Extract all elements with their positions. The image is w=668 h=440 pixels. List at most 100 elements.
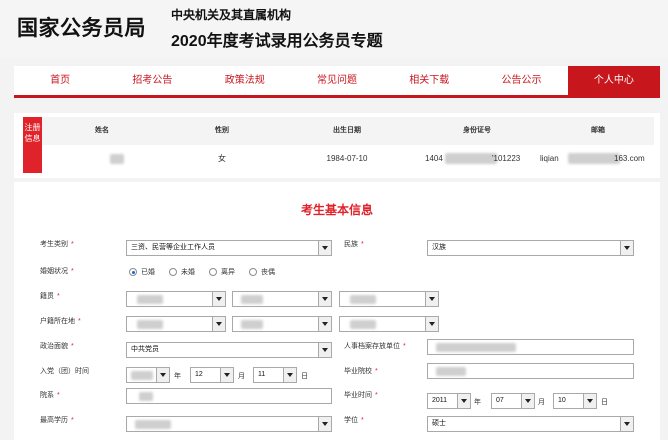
label-marital: 婚姻状况 * <box>40 268 74 275</box>
label-ethnicity: 民族 * <box>344 241 364 248</box>
radio-icon[interactable] <box>249 268 257 276</box>
chevron-down-icon[interactable] <box>583 394 596 408</box>
household-province-select[interactable] <box>126 316 226 332</box>
unit-day: 日 <box>601 399 608 406</box>
chevron-down-icon[interactable] <box>318 292 331 306</box>
join-day-select[interactable]: 11 <box>253 367 297 383</box>
form-title: 考生基本信息 <box>300 203 373 217</box>
site-brand[interactable]: 国家公务员局 <box>17 12 146 42</box>
department-input[interactable] <box>126 388 332 404</box>
join-month-select[interactable]: 12 <box>190 367 234 383</box>
native-province-select[interactable] <box>126 291 226 307</box>
candidate-info-form: 考生基本信息 考生类别 * 三资、民营等企业工作人员 民族 * 汉族 婚姻状况 * 已… <box>14 182 660 440</box>
chevron-down-icon[interactable] <box>220 368 233 382</box>
main-nav: 首页 招考公告 政策法规 常见问题 相关下载 公告公示 个人中心 <box>14 66 660 98</box>
join-month-value: 12 <box>195 371 203 378</box>
cell-birth-date: 1984-07-10 <box>326 154 368 163</box>
site-header: 国家公务员局 中央机关及其直属机构 2020年度考试录用公务员专题 <box>0 0 668 58</box>
id-redacted <box>445 153 497 164</box>
label-join-date: 入党（团）时间 <box>40 368 89 375</box>
label-native-place: 籍贯 * <box>40 293 60 300</box>
school-input[interactable] <box>427 363 634 379</box>
household-city-select[interactable] <box>232 316 332 332</box>
nav-downloads[interactable]: 相关下载 <box>383 66 475 95</box>
ethnicity-value: 汉族 <box>432 244 446 251</box>
registration-tab: 注册信息 <box>23 117 42 173</box>
nav-notices[interactable]: 公告公示 <box>475 66 567 95</box>
header-title: 2020年度考试录用公务员专题 <box>171 33 383 50</box>
grad-day-value: 10 <box>558 397 566 404</box>
label-grad-time: 毕业时间 * <box>344 392 378 399</box>
chevron-down-icon[interactable] <box>620 417 633 431</box>
chevron-down-icon[interactable] <box>620 241 633 255</box>
native-county-select[interactable] <box>339 291 439 307</box>
chevron-down-icon[interactable] <box>212 317 225 331</box>
unit-month: 月 <box>538 399 545 406</box>
cell-gender: 女 <box>218 154 226 163</box>
radio-icon[interactable] <box>169 268 177 276</box>
join-year-select[interactable] <box>126 367 170 383</box>
chevron-down-icon[interactable] <box>521 394 534 408</box>
header-subtitle: 中央机关及其直属机构 <box>171 8 292 22</box>
chevron-down-icon[interactable] <box>318 343 331 357</box>
radio-selected-icon[interactable] <box>129 268 137 276</box>
label-category: 考生类别 * <box>40 241 74 248</box>
education-select[interactable] <box>126 416 332 432</box>
header-name: 姓名 <box>95 127 109 134</box>
cell-id-suffix: '101223 <box>492 154 521 163</box>
radio-unmarried[interactable]: 未婚 <box>169 267 195 277</box>
nav-announcements[interactable]: 招考公告 <box>106 66 198 95</box>
name-redacted <box>110 154 124 164</box>
table-row: 女 1984-07-10 1404 '101223 liqian 163.com <box>42 145 654 173</box>
registration-info: 注册信息 姓名 性别 出生日期 身份证号 邮箱 女 1984-07-10 140… <box>14 113 660 178</box>
header-email: 邮箱 <box>591 127 605 134</box>
political-select[interactable]: 中共党员 <box>126 342 332 358</box>
radio-widowed[interactable]: 丧偶 <box>249 267 275 277</box>
political-value: 中共党员 <box>131 346 159 353</box>
archive-input[interactable] <box>427 339 634 355</box>
nav-personal-center[interactable]: 个人中心 <box>567 66 660 95</box>
category-value: 三资、民营等企业工作人员 <box>131 244 215 251</box>
unit-day: 日 <box>301 373 308 380</box>
chevron-down-icon[interactable] <box>318 317 331 331</box>
label-archive: 人事档案存放单位 * <box>344 343 406 350</box>
join-day-value: 11 <box>258 371 266 378</box>
chevron-down-icon[interactable] <box>318 417 331 431</box>
marital-radio-group: 已婚 未婚 离异 丧偶 <box>129 266 289 278</box>
label-degree: 学位 * <box>344 417 364 424</box>
grad-year-select[interactable]: 2011 <box>427 393 471 409</box>
label-political: 政治面貌 * <box>40 343 74 350</box>
chevron-down-icon[interactable] <box>212 292 225 306</box>
unit-month: 月 <box>238 373 245 380</box>
ethnicity-select[interactable]: 汉族 <box>427 240 634 256</box>
chevron-down-icon[interactable] <box>283 368 296 382</box>
label-department: 院系 * <box>40 392 60 399</box>
radio-married[interactable]: 已婚 <box>129 267 155 277</box>
radio-divorced[interactable]: 离异 <box>209 267 235 277</box>
email-redacted <box>568 153 620 164</box>
radio-icon[interactable] <box>209 268 217 276</box>
degree-value: 硕士 <box>432 420 446 427</box>
grad-month-value: 07 <box>496 397 504 404</box>
unit-year: 年 <box>474 399 481 406</box>
grad-day-select[interactable]: 10 <box>553 393 597 409</box>
table-header-row: 姓名 性别 出生日期 身份证号 邮箱 <box>42 117 654 145</box>
chevron-down-icon[interactable] <box>425 292 438 306</box>
chevron-down-icon[interactable] <box>318 241 331 255</box>
nav-policies[interactable]: 政策法规 <box>199 66 291 95</box>
native-city-select[interactable] <box>232 291 332 307</box>
unit-year: 年 <box>174 373 181 380</box>
nav-faq[interactable]: 常见问题 <box>291 66 383 95</box>
household-county-select[interactable] <box>339 316 439 332</box>
cell-email-prefix: liqian <box>540 154 559 163</box>
cell-email-suffix: 163.com <box>614 154 645 163</box>
chevron-down-icon[interactable] <box>425 317 438 331</box>
chevron-down-icon[interactable] <box>457 394 470 408</box>
category-select[interactable]: 三资、民营等企业工作人员 <box>126 240 332 256</box>
grad-month-select[interactable]: 07 <box>491 393 535 409</box>
registration-table: 姓名 性别 出生日期 身份证号 邮箱 女 1984-07-10 1404 '10… <box>42 117 654 173</box>
nav-home[interactable]: 首页 <box>14 66 106 95</box>
chevron-down-icon[interactable] <box>156 368 169 382</box>
degree-select[interactable]: 硕士 <box>427 416 634 432</box>
header-birth-date: 出生日期 <box>333 127 361 134</box>
